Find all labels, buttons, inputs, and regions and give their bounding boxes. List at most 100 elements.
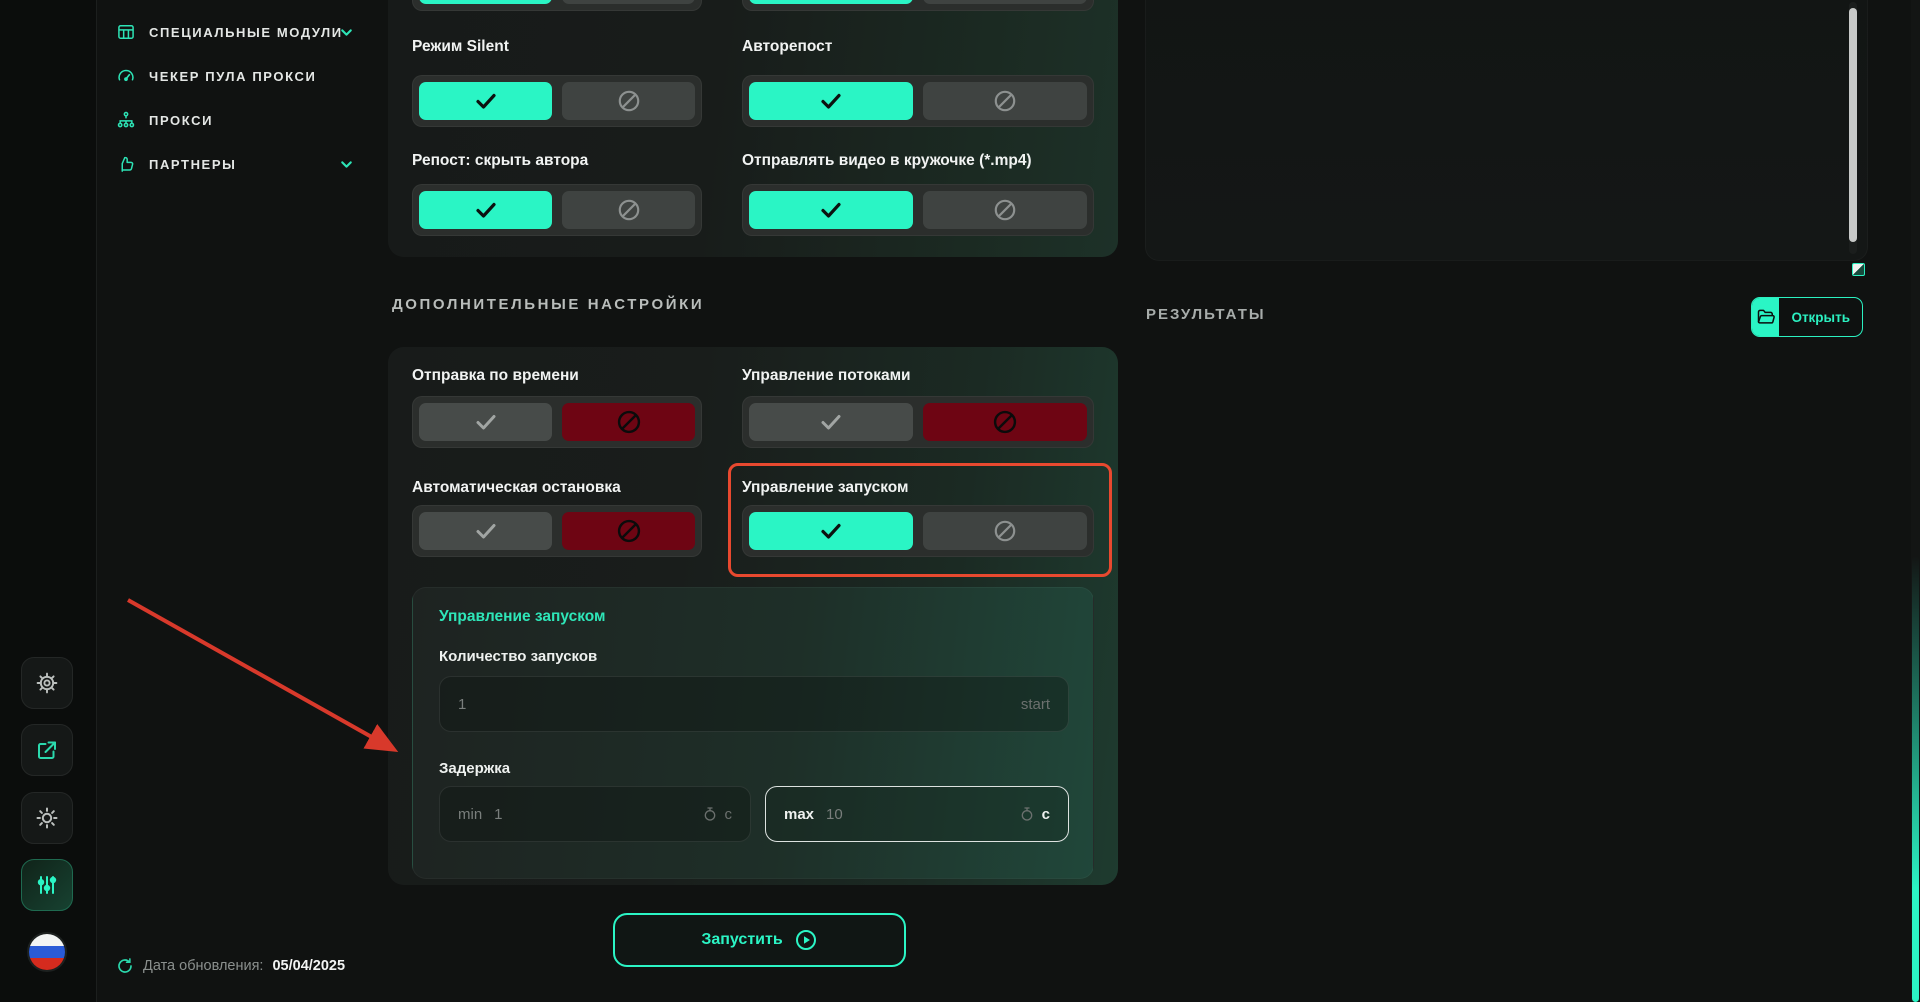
sidebar-item-proxy[interactable]: ПРОКСИ	[116, 108, 366, 132]
additional-settings-card: Отправка по времени Управление потоками …	[388, 347, 1118, 885]
check-icon	[471, 198, 501, 222]
sidebar-item-partners[interactable]: ПАРТНЕРЫ	[116, 152, 366, 176]
console-scrollbar-thumb[interactable]	[1849, 8, 1857, 242]
toggle-yes-button[interactable]	[419, 82, 552, 120]
toggle-label: Режим Silent	[412, 38, 509, 56]
unit-label: с	[725, 806, 733, 823]
sidebar-item-label: ПРОКСИ	[149, 113, 213, 128]
toggle-label: Отправка по времени	[412, 367, 579, 385]
stopwatch-icon	[702, 806, 718, 822]
page-scrollbar-thumb[interactable]	[1912, 556, 1919, 1002]
toggle-group-launch-control	[742, 505, 1094, 557]
log-console[interactable]	[1145, 0, 1868, 261]
sidebar-item-label: ЧЕКЕР ПУЛА ПРОКСИ	[149, 69, 316, 84]
results-title: РЕЗУЛЬТАТЫ	[1146, 306, 1266, 323]
toggle-group-silent	[412, 75, 702, 127]
sidebar-item-label: СПЕЦИАЛЬНЫЕ МОДУЛИ	[149, 25, 343, 40]
external-link-button[interactable]	[21, 724, 73, 776]
ban-icon	[615, 408, 643, 436]
start-button-label: Запустить	[701, 931, 782, 949]
toggle-no-button[interactable]	[923, 0, 1087, 4]
check-icon	[816, 89, 846, 113]
toggle-yes-button[interactable]	[419, 403, 552, 441]
chevron-down-icon[interactable]	[338, 24, 355, 41]
brightness-icon	[35, 806, 59, 830]
toggle-yes-button[interactable]	[419, 0, 552, 4]
brightness-button[interactable]	[21, 792, 73, 844]
toggle-no-button[interactable]	[562, 403, 695, 441]
gauge-icon	[116, 66, 136, 86]
ban-icon	[991, 408, 1019, 436]
sidebar-item-label: ПАРТНЕРЫ	[149, 157, 236, 172]
toggle-no-button[interactable]	[923, 403, 1087, 441]
sidebar-item-proxy-checker[interactable]: ЧЕКЕР ПУЛА ПРОКСИ	[116, 64, 366, 88]
toggle-label: Управление потоками	[742, 367, 911, 385]
folder-icon	[1752, 298, 1779, 336]
input-prefix: max	[784, 806, 814, 823]
toggle-yes-button[interactable]	[749, 191, 913, 229]
check-icon	[816, 198, 846, 222]
panel-title: Управление запуском	[439, 608, 606, 626]
unit-label: с	[1042, 806, 1050, 823]
toggle-no-button[interactable]	[923, 82, 1087, 120]
refresh-icon[interactable]	[116, 957, 134, 975]
check-icon	[471, 89, 501, 113]
check-icon	[471, 519, 501, 543]
module-settings-card: Режим Silent Авторепост Репост: скрыть а…	[388, 0, 1118, 257]
update-date-value: 05/04/2025	[272, 958, 345, 974]
toggle-yes-button[interactable]	[419, 512, 552, 550]
settings-button[interactable]	[21, 657, 73, 709]
resize-grip-icon[interactable]	[1852, 263, 1865, 276]
toggle-no-button[interactable]	[562, 82, 695, 120]
chevron-down-icon[interactable]	[338, 156, 355, 173]
section-title: ДОПОЛНИТЕЛЬНЫЕ НАСТРОЙКИ	[392, 296, 704, 313]
modules-grid-icon	[116, 22, 136, 42]
external-link-icon	[35, 738, 59, 762]
delay-min-input[interactable]: min 1 с	[439, 786, 751, 842]
runs-count-label: Количество запусков	[439, 648, 597, 665]
language-button[interactable]	[27, 932, 67, 972]
toggle-label: Управление запуском	[742, 479, 909, 497]
sidebar-item-special-modules[interactable]: СПЕЦИАЛЬНЫЕ МОДУЛИ	[116, 20, 366, 44]
toggle-label: Авторепост	[742, 38, 832, 56]
ban-icon	[615, 517, 643, 545]
input-placeholder: 1	[458, 696, 466, 713]
runs-count-input[interactable]: 1 start	[439, 676, 1069, 732]
toggle-yes-button[interactable]	[749, 403, 913, 441]
open-button-label: Открыть	[1779, 298, 1862, 336]
network-icon	[116, 110, 136, 130]
toggle-no-button[interactable]	[923, 191, 1087, 229]
modules-rail-button[interactable]	[21, 859, 73, 911]
icon-rail	[0, 0, 97, 1002]
sliders-icon	[35, 873, 59, 897]
toggle-no-button[interactable]	[562, 0, 695, 4]
delay-max-input[interactable]: max 10 с	[765, 786, 1069, 842]
toggle-group-timed-send	[412, 396, 702, 448]
launch-control-panel: Управление запуском Количество запусков …	[412, 587, 1094, 879]
ban-icon	[992, 518, 1018, 544]
check-icon	[471, 410, 501, 434]
toggle-group-autorepost	[742, 75, 1094, 127]
toggle-group-video-note	[742, 184, 1094, 236]
open-results-button[interactable]: Открыть	[1751, 297, 1863, 337]
toggle-yes-button[interactable]	[749, 82, 913, 120]
toggle-yes-button[interactable]	[749, 512, 913, 550]
toggle-group-thread-control	[742, 396, 1094, 448]
delay-label: Задержка	[439, 760, 510, 777]
input-placeholder: 10	[826, 806, 843, 823]
toggle-no-button[interactable]	[562, 512, 695, 550]
thumbs-up-icon	[116, 154, 136, 174]
toggle-no-button[interactable]	[923, 512, 1087, 550]
gear-icon	[35, 671, 59, 695]
input-prefix: min	[458, 806, 482, 823]
start-button[interactable]: Запустить	[613, 913, 906, 967]
toggle-yes-button[interactable]	[419, 191, 552, 229]
toggle-label: Автоматическая остановка	[412, 479, 621, 497]
input-placeholder: 1	[494, 806, 502, 823]
update-date-row: Дата обновления: 05/04/2025	[116, 957, 345, 975]
toggle-yes-button[interactable]	[749, 0, 913, 4]
toggle-group	[412, 0, 702, 11]
toggle-no-button[interactable]	[562, 191, 695, 229]
ban-icon	[992, 197, 1018, 223]
ban-icon	[992, 88, 1018, 114]
